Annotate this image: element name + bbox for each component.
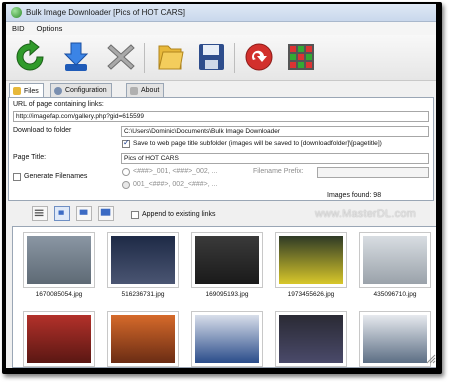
car-image (27, 236, 91, 284)
watermark-text: www.MasterDL.com (315, 208, 416, 220)
images-found: Images found: 98 (327, 192, 382, 199)
tab-about[interactable]: About (126, 83, 165, 97)
gallery-thumb-10[interactable] (359, 311, 431, 367)
gallery-thumb-2[interactable] (107, 232, 179, 288)
menu-bid[interactable]: BID (12, 24, 25, 33)
thumb-caption: 1973455626.jpg (287, 291, 335, 298)
gallery-thumb-9[interactable] (275, 311, 347, 367)
car-image (279, 236, 343, 284)
gallery-thumb-5[interactable] (359, 232, 431, 288)
subfolder-checkbox[interactable] (122, 138, 130, 148)
generate-filenames-label: Generate Filenames (24, 173, 88, 180)
redo-icon (245, 43, 273, 71)
toolbar-separator (144, 43, 145, 73)
gallery-thumb-4[interactable] (275, 232, 347, 288)
folder-button[interactable] (154, 40, 188, 74)
menu-options[interactable]: Options (37, 24, 63, 33)
view-medium-thumbs-button[interactable] (76, 206, 92, 221)
window-title: Bulk Image Downloader [Pics of HOT CARS] (26, 8, 186, 17)
resize-grip-icon[interactable] (424, 352, 436, 364)
pattern-radio-1[interactable] (122, 168, 130, 176)
pattern-2-label: 001_<###>, 002_<###>, ... (133, 181, 218, 188)
gallery-thumb-8[interactable] (191, 311, 263, 367)
redo-button[interactable] (242, 40, 276, 74)
tab-about-label: About (141, 87, 160, 94)
thumb-caption: 1670085054.jpg (35, 291, 83, 298)
tab-configuration-label: Configuration (65, 87, 107, 94)
small-thumbs-icon (58, 210, 64, 215)
refresh-icon (16, 38, 44, 71)
save-button[interactable] (194, 40, 228, 74)
gallery-thumb-6[interactable] (23, 311, 95, 367)
refresh-button[interactable] (13, 38, 47, 74)
append-checkbox[interactable] (131, 211, 139, 219)
url-input[interactable]: http://imagefap.com/gallery.php?gid=6155… (13, 111, 429, 122)
folder-icon (158, 45, 184, 70)
thumb-caption: 435096710.jpg (373, 291, 417, 298)
car-image (279, 315, 343, 363)
list-view-icon (34, 209, 44, 217)
download-folder-label: Download to folder (13, 127, 72, 134)
medium-thumbs-icon (79, 209, 88, 215)
view-small-thumbs-button[interactable] (54, 206, 70, 221)
subfolder-checkbox-label: Save to web page title subfolder (images… (133, 140, 382, 147)
url-label: URL of page containing links: (13, 101, 104, 108)
tab-files[interactable]: Files (9, 83, 44, 98)
app-icon (11, 7, 22, 18)
car-image (111, 236, 175, 284)
tab-files-label: Files (24, 87, 39, 95)
download-button[interactable] (59, 40, 93, 74)
car-image (111, 315, 175, 363)
gallery-thumb-3[interactable] (191, 232, 263, 288)
pattern-radio-2[interactable] (122, 181, 130, 189)
car-image (195, 236, 259, 284)
app-window: Bulk Image Downloader [Pics of HOT CARS]… (6, 4, 436, 368)
large-thumbs-icon (100, 208, 111, 216)
toolbar-separator (234, 43, 235, 73)
filename-prefix-input[interactable] (317, 167, 429, 178)
append-label: Append to existing links (142, 211, 216, 218)
grid-icon (288, 44, 314, 70)
info-icon (130, 86, 138, 95)
thumb-caption: 516236731.jpg (121, 291, 165, 298)
title-bar[interactable]: Bulk Image Downloader [Pics of HOT CARS] (6, 4, 436, 22)
filename-prefix-label: Filename Prefix: (253, 168, 304, 175)
save-icon (199, 44, 224, 70)
page-title-label: Page Title: (13, 154, 47, 161)
menu-bar: BID Options (6, 22, 436, 35)
gear-icon (54, 86, 62, 95)
generate-filenames-checkbox[interactable] (13, 173, 21, 181)
toolbar (6, 35, 436, 81)
download-icon (63, 42, 89, 71)
page-title-input[interactable]: Pics of HOT CARS (121, 153, 429, 164)
grid-button[interactable] (284, 40, 318, 74)
clear-button[interactable] (104, 40, 138, 74)
tab-strip: Files Configuration About (6, 83, 436, 98)
pattern-1-label: <###>_001, <###>_002, ... (133, 168, 218, 175)
image-gallery: 1670085054.jpg 516236731.jpg 169095193.j… (12, 226, 436, 368)
car-image (363, 236, 427, 284)
gallery-thumb-7[interactable] (107, 311, 179, 367)
view-large-thumbs-button[interactable] (98, 206, 114, 221)
car-image (195, 315, 259, 363)
car-image (27, 315, 91, 363)
tab-configuration[interactable]: Configuration (50, 83, 112, 97)
gallery-thumb-1[interactable] (23, 232, 95, 288)
folder-icon (13, 87, 21, 95)
download-folder-input[interactable]: C:\Users\Dominic\Documents\Bulk Image Do… (121, 126, 429, 137)
close-icon (107, 44, 135, 70)
files-panel: URL of page containing links: http://ima… (8, 97, 434, 201)
car-image (363, 315, 427, 363)
view-list-button[interactable] (32, 206, 48, 221)
thumb-caption: 169095193.jpg (205, 291, 249, 298)
